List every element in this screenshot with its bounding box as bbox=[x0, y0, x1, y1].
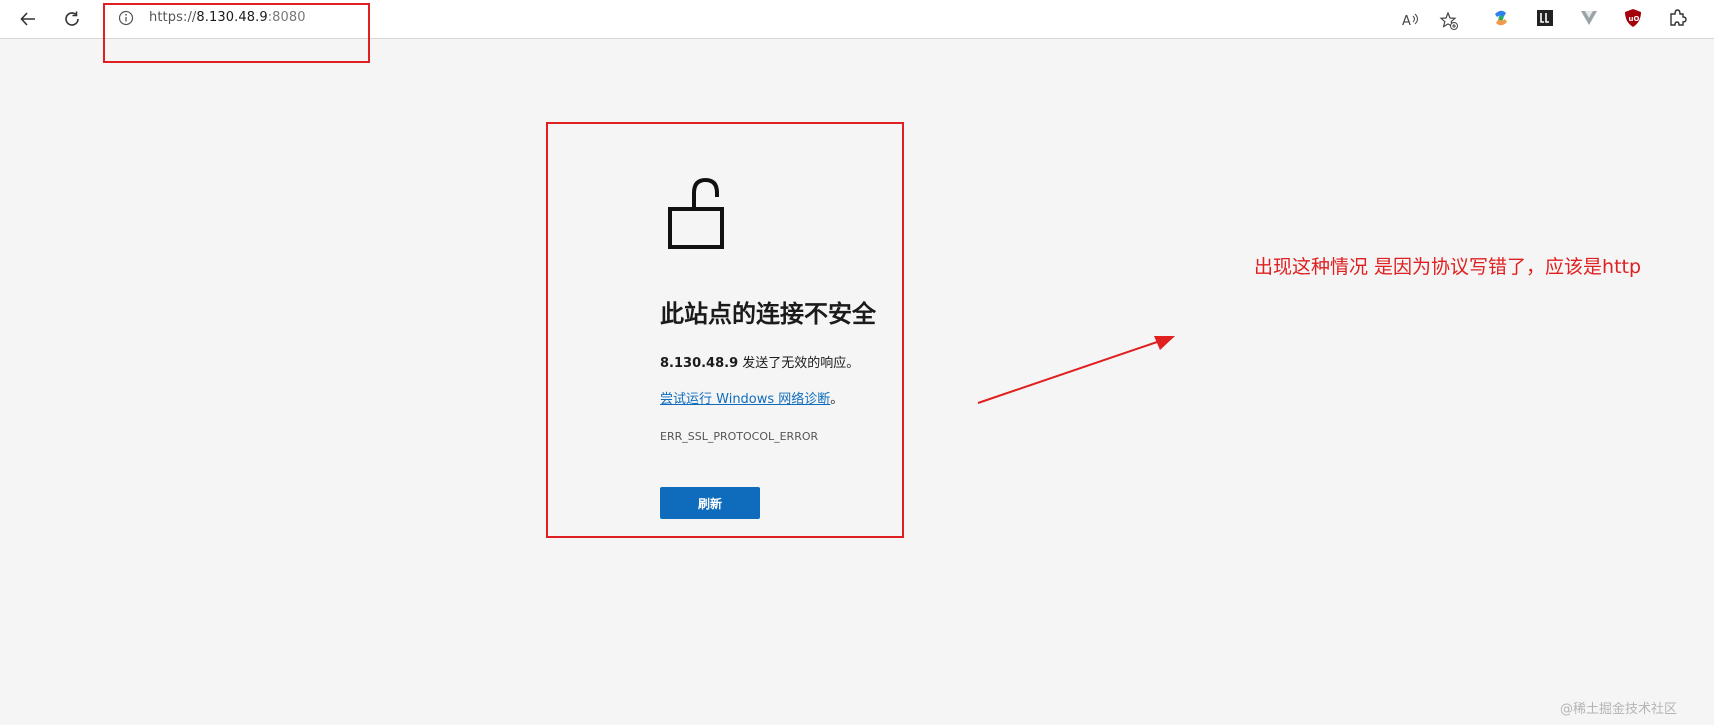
info-circle-icon bbox=[118, 10, 134, 26]
refresh-button[interactable] bbox=[56, 4, 88, 34]
refresh-page-button[interactable]: 刷新 bbox=[660, 487, 760, 519]
copilot-icon bbox=[1495, 10, 1507, 26]
read-aloud-button[interactable]: A bbox=[1400, 10, 1422, 32]
unlocked-padlock-icon bbox=[668, 177, 724, 249]
error-heading: 此站点的连接不安全 bbox=[660, 300, 876, 328]
copilot-extension[interactable] bbox=[1490, 7, 1512, 29]
url-scheme: https:// bbox=[149, 10, 197, 25]
annotation-note: 出现这种情况 是因为协议写错了，应该是http bbox=[1254, 256, 1642, 278]
error-host: 8.130.48.9 bbox=[660, 356, 739, 371]
back-button[interactable] bbox=[12, 4, 44, 34]
add-favorite-button[interactable] bbox=[1438, 10, 1460, 32]
error-illustration bbox=[668, 176, 724, 254]
vue-devtools-icon bbox=[1581, 11, 1597, 25]
diagnose-suffix: 。 bbox=[830, 392, 844, 407]
error-annotation-box bbox=[546, 122, 904, 538]
ublock-origin-extension[interactable]: uO bbox=[1622, 7, 1644, 29]
error-description-text: 发送了无效的响应。 bbox=[738, 356, 860, 371]
lastpass-icon bbox=[1537, 10, 1553, 26]
svg-text:A: A bbox=[1402, 14, 1411, 29]
vue-devtools-extension[interactable] bbox=[1578, 7, 1600, 29]
diagnose-line: 尝试运行 Windows 网络诊断。 bbox=[660, 388, 843, 407]
svg-text:uO: uO bbox=[1629, 15, 1640, 23]
extensions-button[interactable] bbox=[1666, 7, 1688, 29]
address-bar[interactable]: https://8.130.48.9:8080 A bbox=[106, 3, 1470, 35]
star-plus-icon bbox=[1439, 11, 1458, 30]
url-text[interactable]: https://8.130.48.9:8080 bbox=[149, 10, 306, 25]
error-code: ERR_SSL_PROTOCOL_ERROR bbox=[660, 430, 819, 443]
annotation-arrow bbox=[977, 336, 1175, 404]
lastpass-extension[interactable] bbox=[1534, 7, 1556, 29]
site-info-button[interactable] bbox=[118, 10, 134, 30]
watermark: @稀土掘金技术社区 bbox=[1560, 702, 1678, 717]
error-description: 8.130.48.9 发送了无效的响应。 bbox=[660, 352, 859, 371]
arrow-left-icon bbox=[20, 12, 35, 26]
url-port: :8080 bbox=[267, 10, 306, 25]
url-host: 8.130.48.9 bbox=[196, 10, 268, 25]
windows-diagnostics-link[interactable]: 尝试运行 Windows 网络诊断 bbox=[660, 392, 830, 407]
read-aloud-icon: A bbox=[1402, 13, 1418, 29]
extensions-puzzle-icon bbox=[1670, 9, 1687, 26]
browser-toolbar: https://8.130.48.9:8080 A uO bbox=[0, 0, 1714, 39]
refresh-icon bbox=[65, 11, 79, 26]
ublock-origin-icon: uO bbox=[1625, 9, 1641, 27]
